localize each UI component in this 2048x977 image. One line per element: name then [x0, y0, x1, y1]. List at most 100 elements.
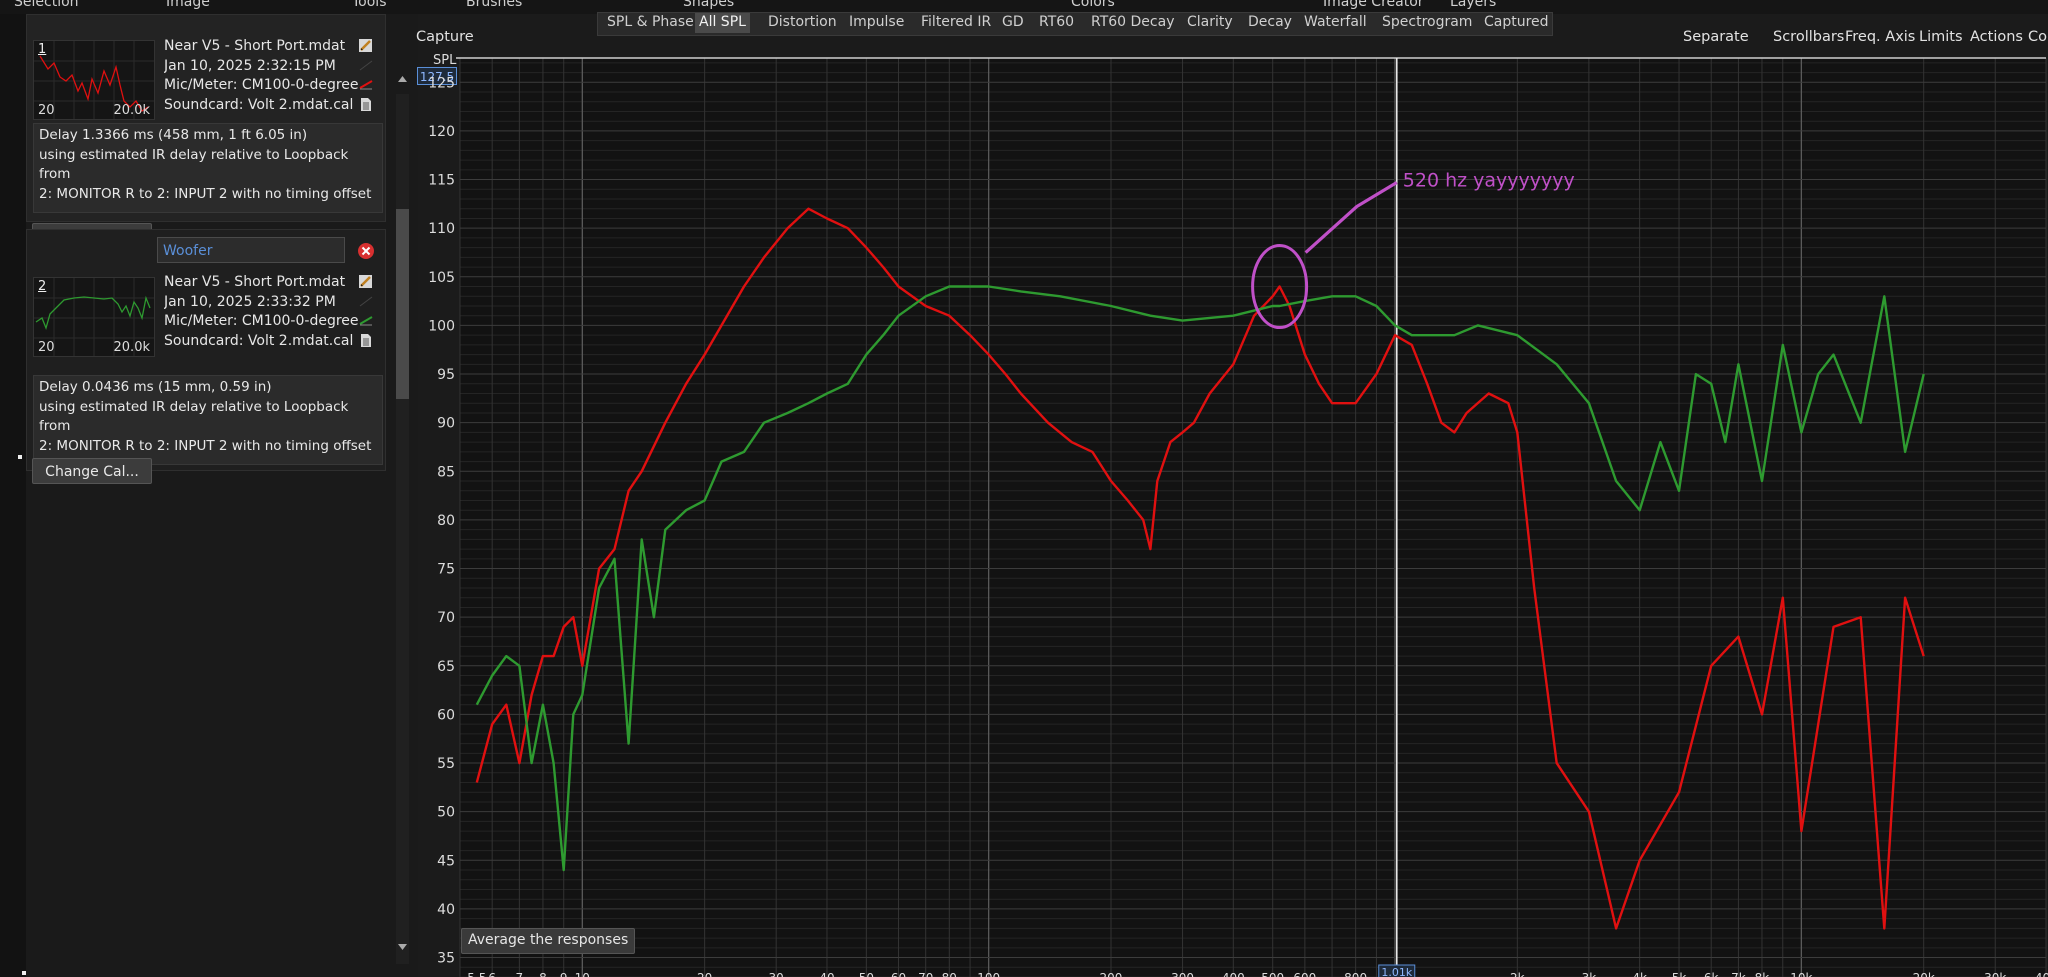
- measurement-soundcard-1: Soundcard: Volt 2.mdat.cal: [164, 96, 354, 113]
- measurement-date-1: Jan 10, 2025 2:32:15 PM: [164, 57, 336, 74]
- cal-file-icon[interactable]: [358, 97, 374, 112]
- measurement-mic-1: Mic/Meter: CM100-0-degree: [164, 77, 359, 93]
- x-tick-label: 20: [697, 971, 712, 977]
- scrollbars-button[interactable]: Scrollbars: [1773, 29, 1844, 45]
- menu-item-image[interactable]: Image: [166, 0, 210, 10]
- capture-button[interactable]: Capture: [416, 29, 474, 45]
- limits-button[interactable]: Limits: [1919, 29, 1963, 45]
- x-tick-label: 20k: [1913, 971, 1935, 977]
- menu-item-layers[interactable]: Layers: [1450, 0, 1496, 10]
- x-tick-label: 6: [488, 971, 496, 977]
- delay-info-1: Delay 1.3366 ms (458 mm, 1 ft 6.05 in) u…: [33, 123, 383, 213]
- menu-item-brushes[interactable]: Brushes: [466, 0, 522, 10]
- tab-rt60[interactable]: RT60: [1035, 13, 1078, 33]
- tab-gd[interactable]: GD: [998, 13, 1028, 33]
- tab-distortion[interactable]: Distortion: [764, 13, 841, 33]
- y-tick-label: 90: [437, 416, 455, 432]
- line-color-icon[interactable]: [358, 294, 374, 309]
- line-color-icon[interactable]: [358, 58, 374, 73]
- y-tick-label: 110: [428, 221, 455, 237]
- tab-rt60-decay[interactable]: RT60 Decay: [1087, 13, 1178, 33]
- tab-all-spl[interactable]: All SPL: [695, 13, 750, 33]
- measurement-meta-2: Near V5 - Short Port.mdat Jan 10, 2025 2…: [164, 273, 374, 351]
- menu-item-shapes[interactable]: Shapes: [683, 0, 734, 10]
- cal-file-icon[interactable]: [358, 333, 374, 348]
- measurement-index-1: 1: [38, 42, 47, 57]
- measurement-list-panel: 1 20 20.0k Near V5 - Short Port.mdat Jan…: [26, 14, 388, 977]
- x-tick-label: 3k: [1582, 971, 1597, 977]
- delay-line: using estimated IR delay relative to Loo…: [39, 398, 349, 435]
- x-tick-label: 7: [516, 971, 524, 977]
- tab-clarity[interactable]: Clarity: [1183, 13, 1237, 33]
- measurement-name-field-2[interactable]: Woofer: [157, 237, 345, 263]
- x-tick-label: 40k: [2035, 971, 2048, 977]
- measurement-index-2: 2: [38, 279, 47, 294]
- x-tick-label: 6k: [1704, 971, 1719, 977]
- actions-button[interactable]: Actions: [1970, 29, 2023, 45]
- remove-measurement-icon[interactable]: [357, 242, 375, 260]
- plot-background: [460, 58, 2046, 977]
- average-responses-button[interactable]: Average the responses: [461, 928, 636, 954]
- line-style-icon[interactable]: [358, 313, 374, 328]
- x-tick-label: 80: [942, 971, 957, 977]
- tab-captured[interactable]: Captured: [1480, 13, 1553, 33]
- measurement-thumbnail-2[interactable]: 2 20 20.0k: [33, 277, 155, 357]
- y-tick-label: 80: [437, 513, 455, 529]
- tab-filtered-ir[interactable]: Filtered IR: [917, 13, 995, 33]
- line-style-icon[interactable]: [358, 77, 374, 92]
- x-tick-label: 7k: [1731, 971, 1746, 977]
- freq-axis-button[interactable]: Freq. Axis: [1845, 29, 1915, 45]
- measurement-soundcard-2: Soundcard: Volt 2.mdat.cal: [164, 332, 354, 349]
- y-tick-label: 35: [437, 951, 455, 967]
- x-tick-label: 200: [1100, 971, 1123, 977]
- tab-waterfall[interactable]: Waterfall: [1300, 13, 1371, 33]
- y-tick-label: 50: [437, 805, 455, 821]
- menu-item-selection[interactable]: Selection: [14, 0, 79, 10]
- scrollbar-thumb[interactable]: [396, 209, 409, 399]
- x-tick-label: 9: [560, 971, 568, 977]
- x-tick-label: 8: [539, 971, 547, 977]
- menu-item-tools[interactable]: Tools: [352, 0, 387, 10]
- tab-spl-phase[interactable]: SPL & Phase: [603, 13, 698, 33]
- separate-button[interactable]: Separate: [1683, 29, 1749, 45]
- scroll-up-icon[interactable]: [397, 74, 408, 84]
- measurement-card-1[interactable]: 1 20 20.0k Near V5 - Short Port.mdat Jan…: [26, 14, 386, 222]
- x-tick-label: 2k: [1510, 971, 1525, 977]
- x-tick-label: 50: [859, 971, 874, 977]
- y-tick-label: 60: [437, 707, 455, 723]
- tab-decay[interactable]: Decay: [1244, 13, 1296, 33]
- thumb-freq-hi-1: 20.0k: [113, 103, 150, 118]
- menu-item-colors[interactable]: Colors: [1071, 0, 1115, 10]
- delay-line: 2: MONITOR R to 2: INPUT 2 with no timin…: [39, 437, 372, 454]
- change-cal-button-2[interactable]: Change Cal...: [32, 458, 152, 484]
- x-tick-label: 300: [1171, 971, 1194, 977]
- scroll-down-icon[interactable]: [397, 942, 408, 952]
- resize-handle[interactable]: [18, 455, 22, 459]
- spl-chart[interactable]: SPL 35 40 45 50 55 60 65 70 75 80 85 90 95 100 105 110 1…: [418, 48, 2048, 977]
- tab-spectrogram[interactable]: Spectrogram: [1378, 13, 1476, 33]
- menu-item-image-creator[interactable]: Image Creator: [1323, 0, 1424, 10]
- edit-notes-icon[interactable]: [358, 38, 374, 53]
- tab-impulse[interactable]: Impulse: [845, 13, 908, 33]
- measurement-card-2[interactable]: Woofer 2 20 20.0k Near V5 - Short Port.m…: [26, 229, 386, 471]
- delay-info-2: Delay 0.0436 ms (15 mm, 0.59 in) using e…: [33, 375, 383, 465]
- measurement-file-2: Near V5 - Short Port.mdat: [164, 274, 346, 290]
- x-tick-label: 70: [918, 971, 933, 977]
- x-tick-label: 8k: [1755, 971, 1770, 977]
- x-tick-label: 5.5: [467, 971, 486, 977]
- controls-button[interactable]: Co: [2028, 29, 2047, 45]
- panel-scrollbar[interactable]: [388, 14, 418, 977]
- thumb-freq-lo-2: 20: [38, 340, 55, 355]
- y-tick-label: 100: [428, 318, 455, 334]
- thumbnail-trace-2: [35, 295, 151, 331]
- y-tick-label: 40: [437, 902, 455, 918]
- graph-tabs: SPL & Phase All SPL Distortion Impulse F…: [597, 12, 1553, 36]
- measurement-file-1: Near V5 - Short Port.mdat: [164, 38, 346, 54]
- y-tick-label: 95: [437, 367, 455, 383]
- measurement-meta-1: Near V5 - Short Port.mdat Jan 10, 2025 2…: [164, 37, 374, 115]
- y-axis-label: SPL: [433, 53, 457, 68]
- edit-notes-icon[interactable]: [358, 274, 374, 289]
- delay-line: 2: MONITOR R to 2: INPUT 2 with no timin…: [39, 185, 372, 202]
- measurement-mic-2: Mic/Meter: CM100-0-degree: [164, 313, 359, 329]
- measurement-thumbnail-1[interactable]: 1 20 20.0k: [33, 40, 155, 120]
